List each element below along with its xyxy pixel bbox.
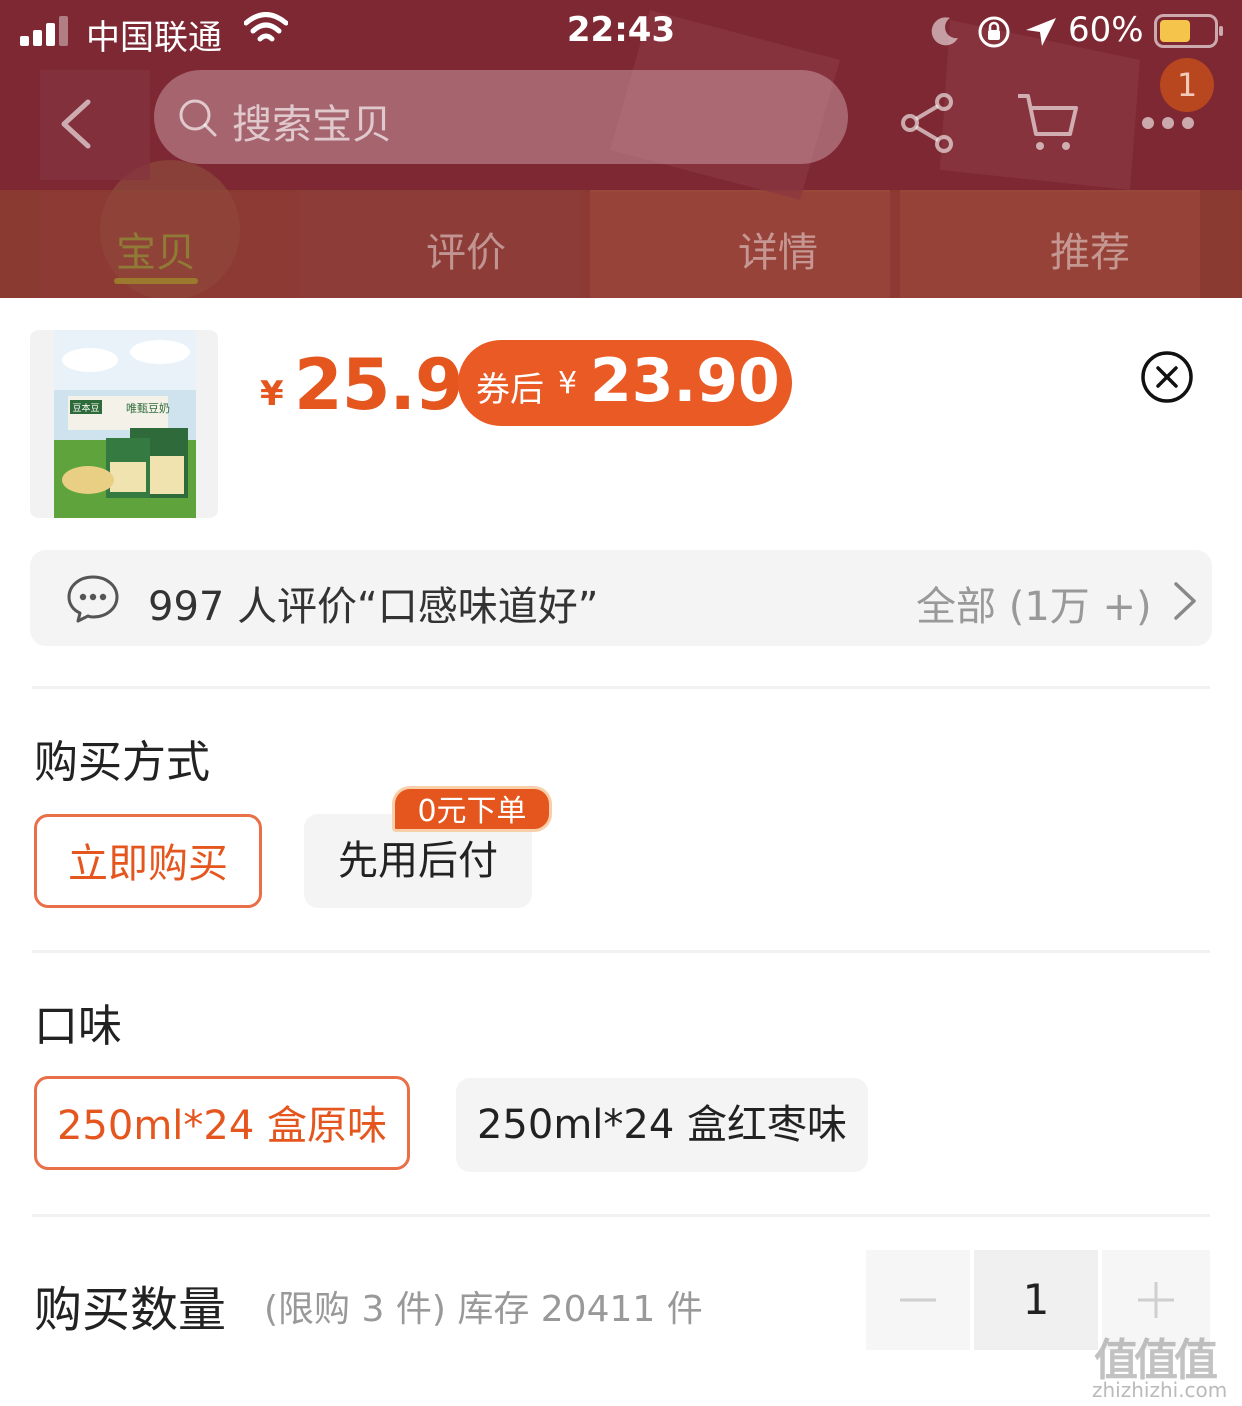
chevron-right-icon bbox=[1174, 582, 1196, 620]
battery-icon bbox=[1154, 14, 1223, 48]
quantity-title: 购买数量 bbox=[34, 1282, 227, 1338]
back-icon[interactable] bbox=[52, 96, 100, 152]
sku-sheet: 豆本豆 唯甄豆奶 ¥ 25.9 券后 ¥ 23.90 997 人评价“口感味道好… bbox=[0, 298, 1242, 1406]
location-icon bbox=[1026, 18, 1056, 46]
search-box[interactable]: 搜索宝贝 bbox=[154, 70, 848, 164]
coupon-currency: ¥ bbox=[558, 366, 578, 401]
search-placeholder: 搜索宝贝 bbox=[232, 102, 392, 148]
moon-icon bbox=[931, 17, 958, 46]
share-icon[interactable] bbox=[900, 92, 956, 154]
purchase-method-title: 购买方式 bbox=[34, 737, 210, 788]
product-thumbnail-image: 豆本豆 唯甄豆奶 bbox=[54, 330, 196, 518]
product-thumbnail[interactable]: 豆本豆 唯甄豆奶 bbox=[30, 330, 218, 518]
status-bar: 中国联通 22:43 60% bbox=[0, 0, 1242, 64]
more-icon[interactable] bbox=[1140, 108, 1196, 138]
decrease-button[interactable] bbox=[866, 1250, 970, 1350]
coupon-label: 券后 bbox=[476, 370, 544, 410]
flavor-title: 口味 bbox=[34, 1001, 122, 1052]
divider bbox=[32, 950, 1210, 953]
zero-down-badge: 0元下单 bbox=[392, 786, 552, 832]
close-icon[interactable] bbox=[1140, 350, 1194, 404]
cart-count-badge: 1 bbox=[1160, 58, 1214, 112]
watermark: 值值值 zhizhizhi.com bbox=[1090, 1324, 1236, 1406]
coupon-price-badge: 券后 ¥ 23.90 bbox=[458, 340, 792, 426]
review-summary-text: 997 人评价“口感味道好” bbox=[148, 584, 599, 630]
comment-icon bbox=[67, 575, 119, 623]
buy-now-option[interactable]: 立即购买 bbox=[34, 814, 262, 908]
tab-reviews[interactable]: 评价 bbox=[426, 220, 506, 278]
price-currency: ¥ bbox=[260, 374, 284, 414]
price: 25.9 bbox=[294, 344, 464, 426]
watermark-url: zhizhizhi.com bbox=[1092, 1378, 1228, 1402]
tab-recommend[interactable]: 推荐 bbox=[1050, 220, 1130, 278]
flavor-option-red-date[interactable]: 250ml*24 盒红枣味 bbox=[456, 1078, 868, 1172]
divider bbox=[32, 686, 1210, 689]
coupon-price: 23.90 bbox=[590, 346, 780, 416]
tab-details[interactable]: 详情 bbox=[738, 220, 818, 278]
flavor-option-original[interactable]: 250ml*24 盒原味 bbox=[34, 1076, 410, 1170]
detail-tabs: 宝贝 评价 详情 推荐 bbox=[40, 192, 1200, 298]
thumb-product-name: 唯甄豆奶 bbox=[126, 401, 170, 415]
quantity-limit-stock: (限购 3 件) 库存 20411 件 bbox=[264, 1289, 703, 1330]
tab-item[interactable]: 宝贝 bbox=[116, 220, 196, 278]
orientation-lock-icon bbox=[978, 16, 1010, 48]
product-image-backdrop: 中国联通 22:43 60% 搜索宝贝 1 宝贝 评价 详情 推荐 bbox=[0, 0, 1242, 298]
minus-icon bbox=[900, 1298, 936, 1302]
battery-percent: 60% bbox=[1068, 10, 1144, 50]
tab-active-indicator bbox=[114, 278, 198, 284]
search-icon bbox=[179, 99, 217, 137]
divider bbox=[32, 1214, 1210, 1217]
cart-icon[interactable] bbox=[1016, 90, 1080, 154]
thumb-brand: 豆本豆 bbox=[72, 402, 99, 414]
quantity-value[interactable]: 1 bbox=[974, 1250, 1098, 1350]
all-reviews-link[interactable]: 全部 (1万 +) bbox=[916, 574, 1152, 632]
review-summary-bar[interactable]: 997 人评价“口感味道好” 全部 (1万 +) bbox=[30, 550, 1212, 646]
top-nav: 搜索宝贝 1 bbox=[0, 58, 1242, 184]
